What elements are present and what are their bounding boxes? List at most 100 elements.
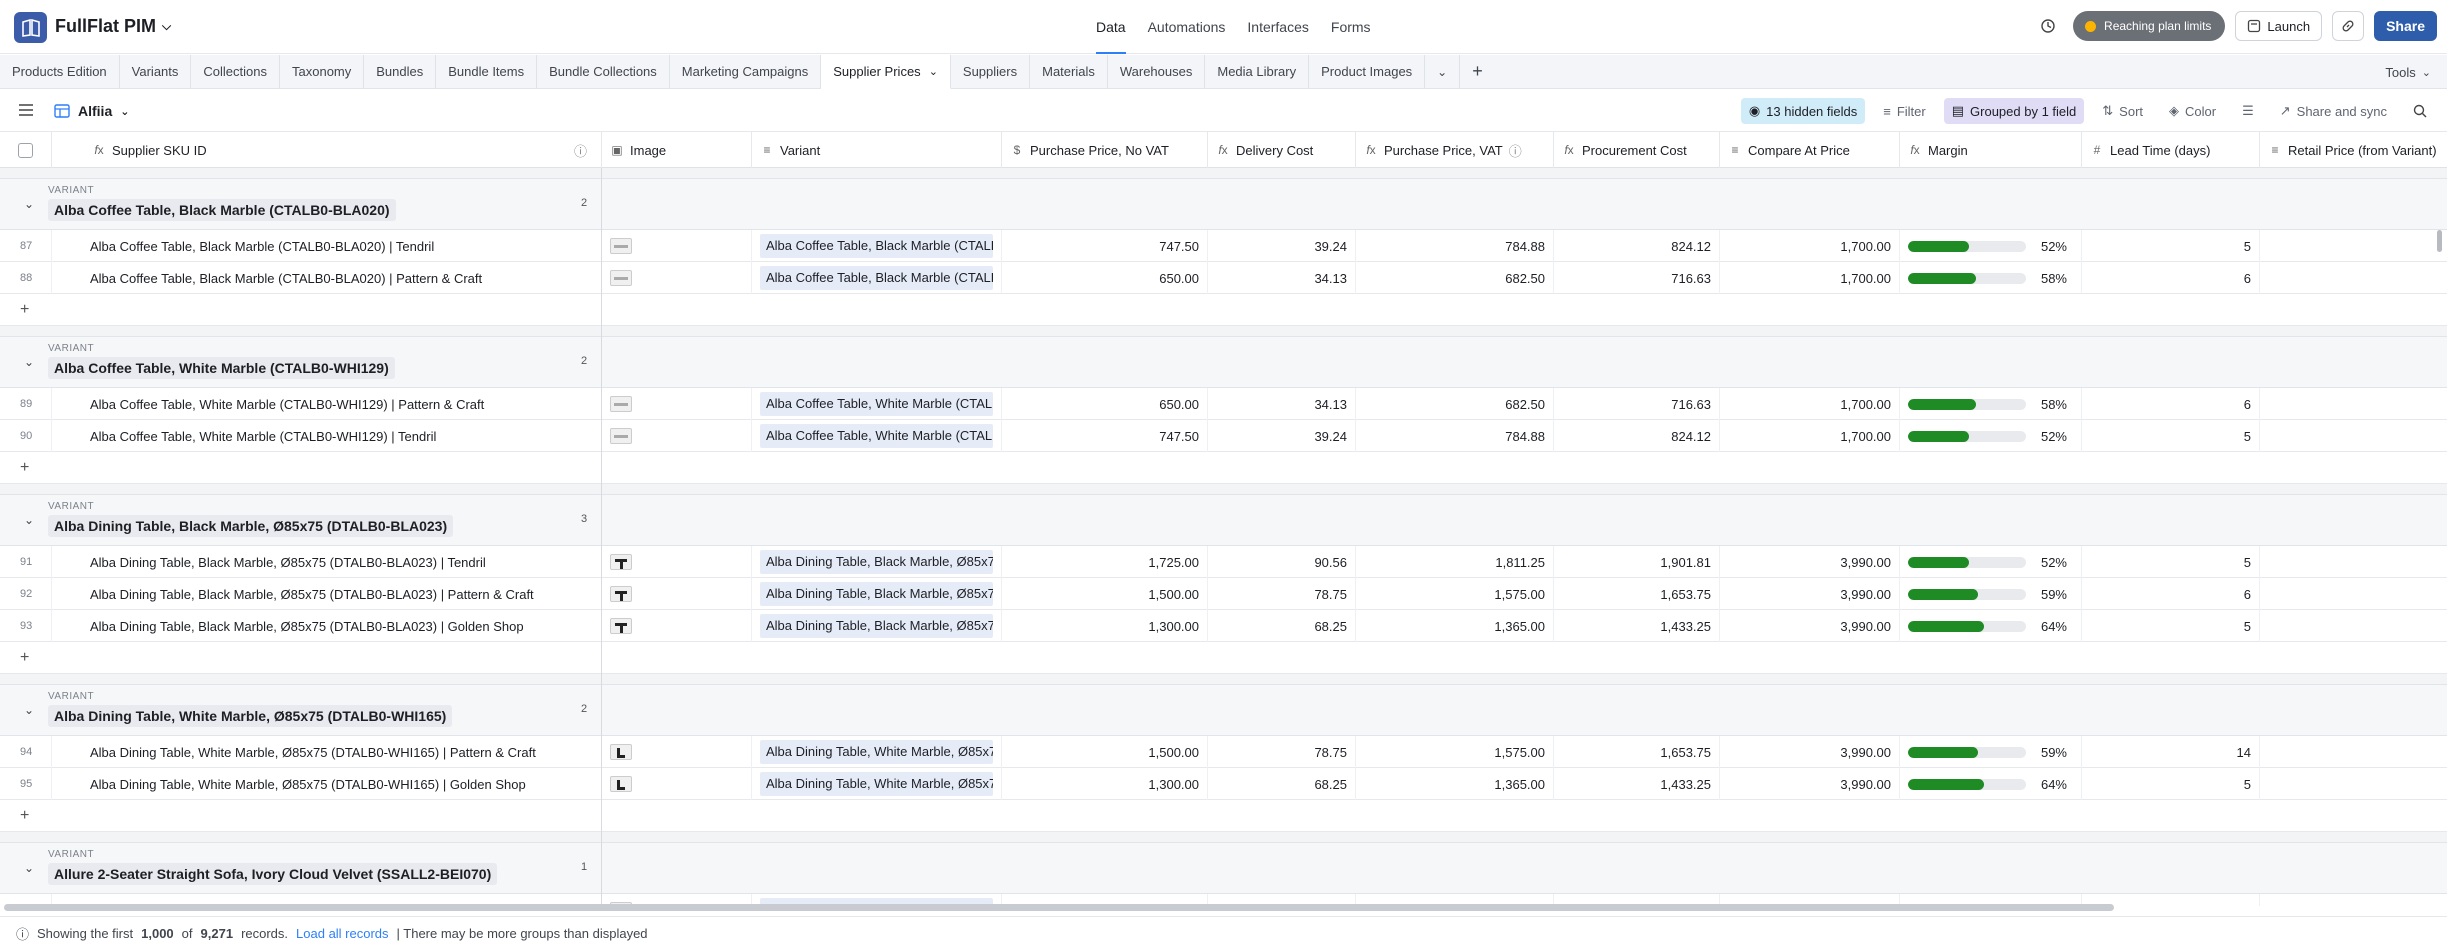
cell-compare[interactable]: 1,700.00 [1720,388,1900,420]
topnav-data[interactable]: Data [1096,0,1126,54]
cell-image[interactable] [602,610,752,642]
chevron-down-icon[interactable]: ⌄ [24,355,34,369]
cell-compare[interactable]: 3,990.00 [1720,736,1900,768]
cell-retail[interactable] [2260,894,2447,906]
variant-link-chip[interactable]: Alba Coffee Table, Black Marble (CTALB0- [760,234,993,258]
col-header-delivery[interactable]: fx Delivery Cost [1208,132,1356,168]
col-header-lead[interactable]: # Lead Time (days) [2082,132,2260,168]
tools-menu[interactable]: Tools ⌄ [2385,55,2431,89]
product-thumbnail[interactable] [610,554,632,570]
cell-margin[interactable]: 59% [1900,736,2082,768]
table-row[interactable]: 94 Alba Dining Table, White Marble, Ø85x7… [0,736,2447,768]
cell-sku[interactable]: Alba Dining Table, Black Marble, Ø85x75 … [52,610,602,642]
tab-bundle-collections[interactable]: Bundle Collections [537,55,670,88]
product-thumbnail[interactable] [610,238,632,254]
cell-delivery[interactable]: 39.24 [1208,230,1356,262]
tab-suppliers[interactable]: Suppliers [951,55,1031,88]
cell-delivery[interactable]: 34.13 [1208,388,1356,420]
table-row[interactable]: 93 Alba Dining Table, Black Marble, Ø85x7… [0,610,2447,642]
cell-margin[interactable]: 59% [1900,578,2082,610]
add-record-row[interactable]: + [0,294,2447,326]
cell-pp-novat[interactable]: 1,500.00 [1002,578,1208,610]
chevron-down-icon[interactable]: ⌄ [24,197,34,211]
chevron-down-icon[interactable]: ⌄ [24,703,34,717]
cell-retail[interactable] [2260,230,2447,262]
cell-lead-time[interactable]: 5 [2082,420,2260,452]
cell-variant[interactable]: Alba Coffee Table, White Marble (CTALB0 [752,388,1002,420]
base-logo-icon[interactable] [14,12,47,43]
hamburger-menu-icon[interactable] [18,103,34,120]
cell-image[interactable] [602,736,752,768]
cell-image[interactable] [602,578,752,610]
cell-retail[interactable] [2260,578,2447,610]
cell-pp-vat[interactable]: 1,811.25 [1356,546,1554,578]
cell-procurement[interactable]: 824.12 [1554,230,1720,262]
cell-procurement[interactable]: 716.63 [1554,388,1720,420]
add-record-row[interactable]: + [0,800,2447,832]
product-thumbnail[interactable] [610,618,632,634]
table-row[interactable]: 95 Alba Dining Table, White Marble, Ø85x7… [0,768,2447,800]
cell-pp-vat[interactable]: 784.88 [1356,420,1554,452]
copy-link-button[interactable] [2332,11,2365,41]
tab-bundle-items[interactable]: Bundle Items [436,55,538,88]
cell-pp-vat[interactable]: 682.50 [1356,262,1554,294]
cell-image[interactable] [602,768,752,800]
cell-image[interactable] [602,262,752,294]
cell-variant[interactable]: Alba Coffee Table, White Marble (CTALB0 [752,420,1002,452]
cell-lead-time[interactable]: 5 [2082,768,2260,800]
add-record-plus-icon[interactable]: + [20,649,29,667]
add-record-plus-icon[interactable]: + [20,459,29,477]
col-header-procurement[interactable]: fx Procurement Cost [1554,132,1720,168]
group-button[interactable]: ▤ Grouped by 1 field [1943,98,2085,124]
cell-procurement[interactable]: 716.63 [1554,262,1720,294]
cell-delivery[interactable]: 78.75 [1208,578,1356,610]
table-row[interactable]: 87 Alba Coffee Table, Black Marble (CTALB… [0,230,2447,262]
cell-delivery[interactable]: 34.13 [1208,262,1356,294]
tab-materials[interactable]: Materials [1030,55,1108,88]
cell-retail[interactable] [2260,388,2447,420]
more-tables-chevron-icon[interactable]: ⌄ [1425,55,1461,88]
product-thumbnail[interactable] [610,396,632,412]
cell-sku[interactable]: Alba Coffee Table, Black Marble (CTALB0-… [52,262,602,294]
share-button[interactable]: Share [2374,11,2437,41]
cell-pp-novat[interactable]: 747.50 [1002,420,1208,452]
add-record-row[interactable]: + [0,642,2447,674]
cell-retail[interactable] [2260,546,2447,578]
col-header-sku[interactable]: fx Supplier SKU ID ⓘ [84,132,602,168]
cell-margin[interactable]: 58% [1900,388,2082,420]
cell-delivery[interactable]: 78.75 [1208,736,1356,768]
product-thumbnail[interactable] [610,428,632,444]
cell-variant[interactable]: Alba Dining Table, Black Marble, Ø85x75 [752,578,1002,610]
tab-taxonomy[interactable]: Taxonomy [280,55,365,88]
product-thumbnail[interactable] [610,744,632,760]
cell-retail[interactable] [2260,262,2447,294]
cell-margin[interactable]: 52% [1900,420,2082,452]
cell-lead-time[interactable]: 5 [2082,610,2260,642]
cell-image[interactable] [602,546,752,578]
table-row[interactable]: 90 Alba Coffee Table, White Marble (CTALB… [0,420,2447,452]
tab-products-edition[interactable]: Products Edition [0,55,120,88]
cell-image[interactable] [602,388,752,420]
topnav-forms[interactable]: Forms [1331,0,1371,54]
variant-link-chip[interactable]: Alba Dining Table, Black Marble, Ø85x75 [760,550,993,574]
history-icon[interactable] [2033,11,2063,41]
cell-delivery[interactable]: 39.24 [1208,420,1356,452]
cell-pp-vat[interactable]: 1,365.00 [1356,768,1554,800]
topnav-interfaces[interactable]: Interfaces [1247,0,1308,54]
cell-pp-novat[interactable]: 650.00 [1002,388,1208,420]
cell-pp-vat[interactable]: 682.50 [1356,388,1554,420]
cell-pp-novat[interactable]: 1,300.00 [1002,768,1208,800]
col-header-pp-vat[interactable]: fx Purchase Price, VAT ⓘ [1356,132,1554,168]
cell-sku[interactable]: Alba Dining Table, White Marble, Ø85x75 … [52,768,602,800]
cell-sku[interactable]: Alba Coffee Table, Black Marble (CTALB0-… [52,230,602,262]
tab-media-library[interactable]: Media Library [1205,55,1310,88]
col-header-pp-novat[interactable]: $ Purchase Price, No VAT [1002,132,1208,168]
cell-procurement[interactable]: 1,433.25 [1554,768,1720,800]
table-row[interactable]: 91 Alba Dining Table, Black Marble, Ø85x7… [0,546,2447,578]
add-record-plus-icon[interactable]: + [20,301,29,319]
cell-compare[interactable]: 3,990.00 [1720,546,1900,578]
launch-button[interactable]: Launch [2235,11,2323,41]
tab-warehouses[interactable]: Warehouses [1108,55,1206,88]
plan-limits-badge[interactable]: Reaching plan limits [2073,11,2226,41]
cell-image[interactable] [602,230,752,262]
